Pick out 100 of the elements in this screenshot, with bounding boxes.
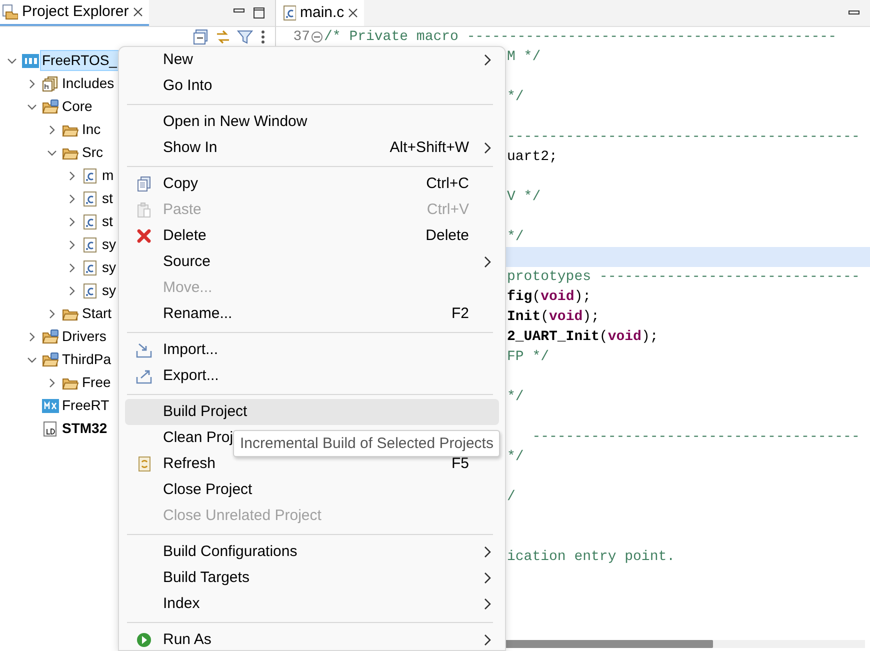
source-folder-icon	[42, 352, 59, 368]
menu-item[interactable]: Source	[125, 249, 499, 275]
delete-icon	[136, 228, 152, 244]
explorer-tab[interactable]: Project Explorer	[0, 0, 149, 26]
menu-item[interactable]: Build Project	[125, 399, 499, 425]
tree-item[interactable]: sy	[101, 235, 117, 254]
kebab-menu-icon[interactable]	[259, 29, 267, 45]
code-line: */	[507, 89, 524, 105]
line-number: 37	[292, 28, 310, 47]
code-line: V */	[507, 189, 541, 205]
menu-item[interactable]: Copy Ctrl+C	[125, 171, 499, 197]
chevron-icon[interactable]	[67, 262, 77, 272]
c-file-icon	[82, 236, 99, 252]
code-line: prototypes -------------------------------	[507, 269, 860, 285]
chevron-icon[interactable]	[47, 124, 57, 134]
refresh-icon	[136, 456, 152, 472]
tree-item[interactable]: FreeRTOS_	[41, 51, 118, 70]
close-icon[interactable]	[348, 8, 358, 18]
c-file-icon	[82, 260, 99, 276]
tree-item[interactable]: Start	[81, 304, 113, 323]
menu-item[interactable]: Delete Delete	[125, 223, 499, 249]
code-line: FP */	[507, 349, 550, 365]
c-file-icon	[82, 168, 99, 184]
copy-icon	[136, 176, 152, 192]
explorer-icon	[2, 4, 18, 20]
project-icon	[22, 52, 39, 68]
fold-minus-icon[interactable]	[311, 31, 323, 43]
menu-item[interactable]: Rename... F2	[125, 301, 499, 327]
menu-item[interactable]: Build Configurations	[125, 539, 499, 565]
tree-item[interactable]: st	[101, 212, 114, 231]
shortcut-text: Ctrl+C	[426, 174, 469, 194]
tree-item[interactable]: FreeRT	[61, 396, 110, 415]
shortcut-text: F2	[451, 304, 469, 324]
code-line: /* Private macro --------------------------------------------	[324, 29, 836, 45]
tree-item[interactable]: ThirdPa	[61, 350, 112, 369]
menu-item[interactable]: Build Targets	[125, 565, 499, 591]
tree-item[interactable]: Src	[81, 143, 104, 162]
menu-item[interactable]: Close Project	[125, 477, 499, 503]
chevron-icon[interactable]	[67, 170, 77, 180]
shortcut-text: Alt+Shift+W	[390, 138, 469, 158]
chevron-icon[interactable]	[47, 378, 57, 388]
chevron-icon[interactable]	[47, 308, 57, 318]
scrollbar-thumb[interactable]	[503, 640, 713, 648]
code-line: Init(void);	[507, 309, 600, 325]
tooltip: Incremental Build of Selected Projects	[233, 430, 500, 457]
chevron-icon[interactable]	[27, 102, 37, 112]
menu-item[interactable]: Export...	[125, 363, 499, 389]
code-line: */	[507, 389, 524, 405]
export-icon	[136, 368, 152, 384]
library-icon	[42, 76, 59, 92]
chevron-icon[interactable]	[67, 216, 77, 226]
mx-file-icon	[42, 398, 59, 414]
menu-item[interactable]: Import...	[125, 337, 499, 363]
c-file-icon	[82, 214, 99, 230]
code-line: */	[507, 449, 524, 465]
menu-item[interactable]: Index	[125, 591, 499, 617]
tree-item[interactable]: Inc	[81, 120, 102, 139]
linker-file-icon	[42, 420, 59, 436]
menu-item[interactable]: Show In Alt+Shift+W	[125, 135, 499, 161]
collapse-all-icon[interactable]	[193, 29, 209, 45]
c-file-icon	[82, 190, 99, 206]
code-line: M */	[507, 49, 541, 65]
chevron-icon[interactable]	[67, 286, 77, 296]
run-icon	[136, 632, 152, 648]
tab-title: Project Explorer	[22, 2, 129, 22]
code-line: ---------------------------------------	[531, 429, 860, 445]
code-line: /	[507, 489, 516, 505]
shortcut-text: Delete	[426, 226, 469, 246]
shortcut-text: Ctrl+V	[426, 200, 469, 220]
menu-item[interactable]: Open in New Window	[125, 109, 499, 135]
code-line: 2_UART_Init(void);	[507, 329, 658, 345]
link-arrows-icon[interactable]	[215, 29, 231, 45]
code-line: fig(void);	[507, 289, 592, 305]
tree-item[interactable]: Includes	[61, 74, 116, 93]
source-folder-icon	[42, 328, 59, 344]
tree-item[interactable]: Core	[61, 97, 94, 116]
chevron-icon[interactable]	[27, 78, 37, 88]
code-line: ------------------------------------------	[507, 129, 860, 145]
chevron-icon[interactable]	[27, 354, 37, 364]
tree-item[interactable]: Drivers	[61, 327, 108, 346]
menu-item[interactable]: Run As	[125, 627, 499, 650]
menu-item[interactable]: Go Into	[125, 73, 499, 99]
close-icon[interactable]	[132, 7, 143, 17]
chevron-icon[interactable]	[7, 56, 17, 66]
tree-item[interactable]: m	[101, 166, 115, 185]
chevron-icon[interactable]	[67, 194, 77, 204]
tree-item[interactable]: sy	[101, 281, 117, 300]
editor-tab[interactable]: main.c	[276, 0, 364, 26]
tree-item[interactable]: st	[101, 189, 114, 208]
clipboard-icon	[136, 202, 152, 218]
chevron-icon[interactable]	[27, 332, 37, 342]
chevron-icon[interactable]	[47, 148, 57, 158]
code-line: */	[507, 229, 524, 245]
menu-item[interactable]: New	[125, 47, 499, 73]
tree-item[interactable]: Free	[81, 373, 112, 392]
tree-item[interactable]: STM32	[61, 419, 108, 438]
c-file-icon	[282, 5, 296, 21]
maximize-icon[interactable]	[253, 7, 265, 19]
tree-item[interactable]: sy	[101, 258, 117, 277]
chevron-icon[interactable]	[67, 240, 77, 250]
